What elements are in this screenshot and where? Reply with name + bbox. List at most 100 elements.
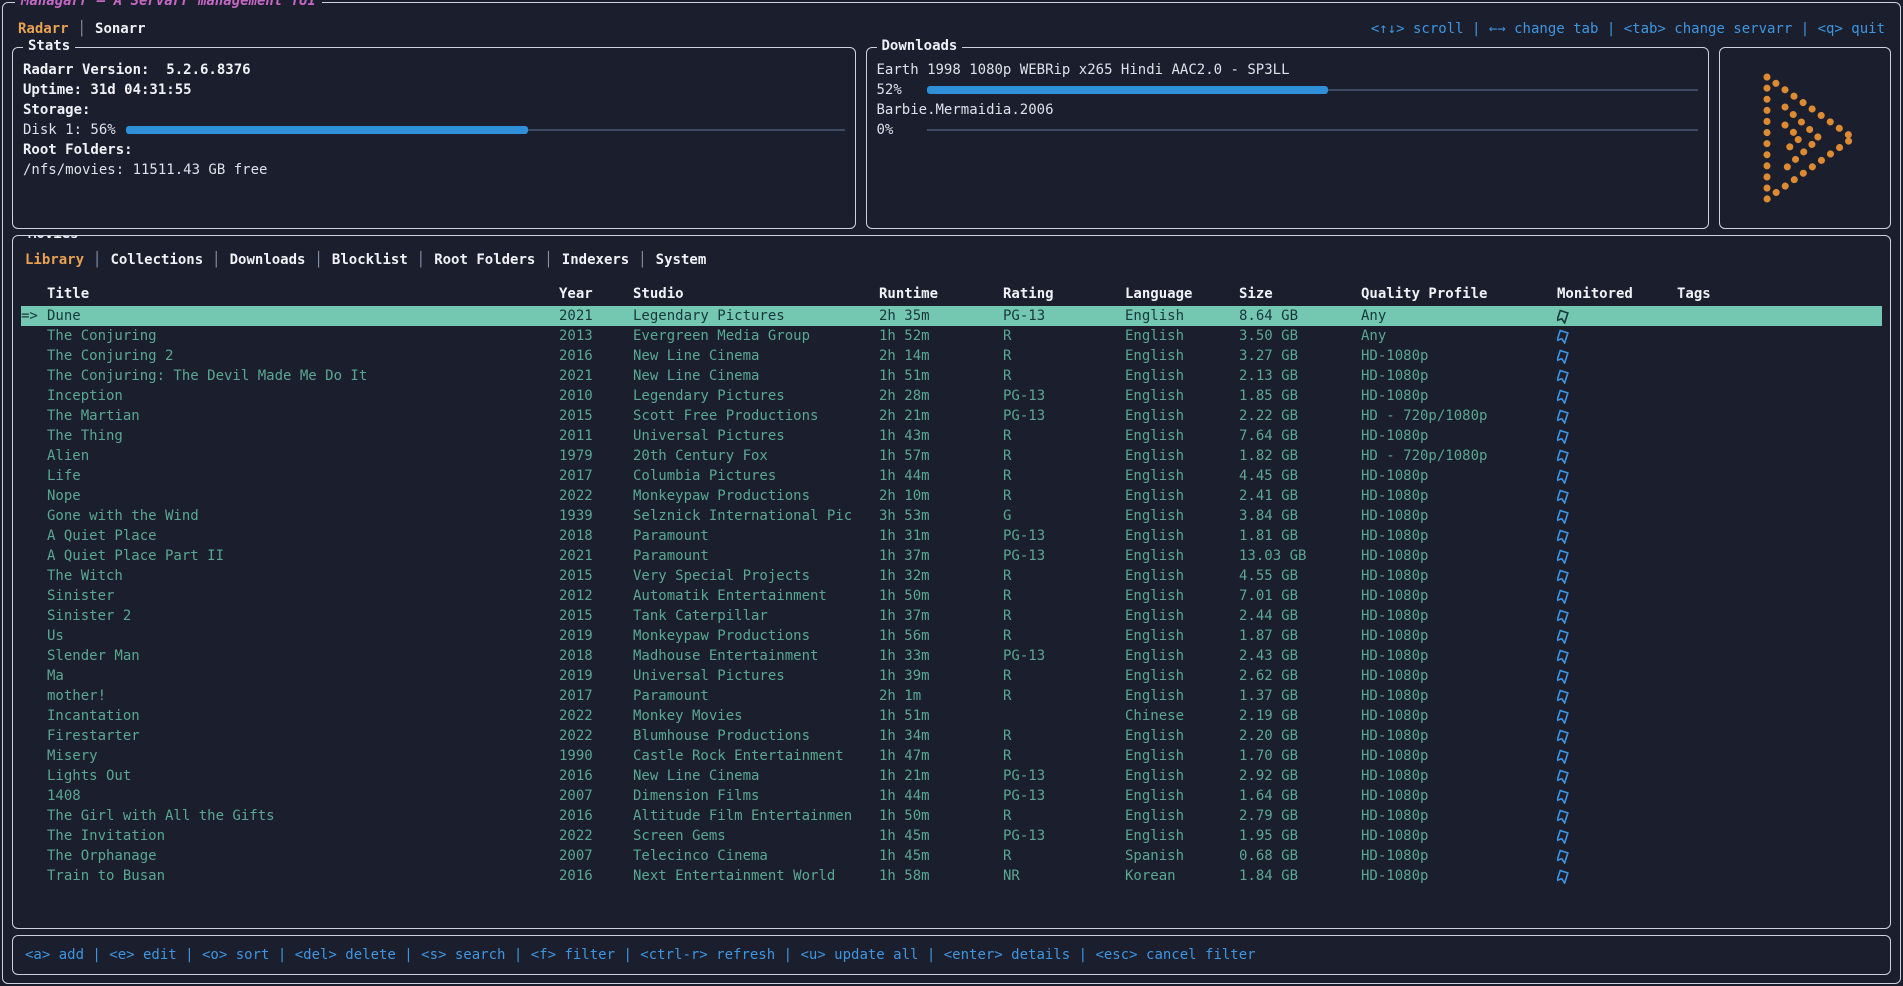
movie-row[interactable]: The Orphanage 2007 Telecinco Cinema 1h 4… [21,846,1882,866]
monitored-cell [1557,746,1677,766]
movies-tab[interactable]: System │ [656,252,707,268]
movie-title: The Invitation [47,826,559,846]
movie-runtime: 1h 31m [879,526,1003,546]
movies-tab[interactable]: Indexers │ [562,252,656,268]
movie-row[interactable]: Gone with the Wind 1939 Selznick Interna… [21,506,1882,526]
movies-tab[interactable]: Root Folders │ [434,252,562,268]
movie-row[interactable]: Us 2019 Monkeypaw Productions 1h 56m R E… [21,626,1882,646]
bookmark-icon [1557,368,1570,384]
movie-quality-profile: HD-1080p [1361,646,1557,666]
movie-title: Ma [47,666,559,686]
movie-row[interactable]: The Invitation 2022 Screen Gems 1h 45m P… [21,826,1882,846]
selection-marker [21,566,47,586]
movie-tags [1677,646,1882,666]
movie-size: 2.13 GB [1239,366,1361,386]
movie-row[interactable]: Misery 1990 Castle Rock Entertainment 1h… [21,746,1882,766]
logo-panel [1719,47,1891,229]
movie-language: Chinese [1125,706,1239,726]
movie-year: 2018 [559,646,633,666]
movie-rating [1003,706,1125,726]
movie-studio: Automatik Entertainment [633,586,879,606]
bookmark-icon [1557,568,1570,584]
movie-rating: R [1003,466,1125,486]
servarr-tab[interactable]: Radarr │ [18,21,95,37]
movie-rating: PG-13 [1003,406,1125,426]
movie-row[interactable]: Alien 1979 20th Century Fox 1h 57m R Eng… [21,446,1882,466]
movie-row[interactable]: mother! 2017 Paramount 2h 1m R English 1… [21,686,1882,706]
movie-row[interactable]: Incantation 2022 Monkey Movies 1h 51m Ch… [21,706,1882,726]
movie-row[interactable]: A Quiet Place 2018 Paramount 1h 31m PG-1… [21,526,1882,546]
movie-runtime: 1h 50m [879,586,1003,606]
movie-studio: Paramount [633,546,879,566]
servarr-tab[interactable]: Sonarr │ [95,21,146,37]
movie-quality-profile: HD-1080p [1361,806,1557,826]
movie-row[interactable]: Sinister 2 2015 Tank Caterpillar 1h 37m … [21,606,1882,626]
movie-row[interactable]: The Conjuring: The Devil Made Me Do It 2… [21,366,1882,386]
selection-marker [21,646,47,666]
selection-marker [21,626,47,646]
movies-tab[interactable]: Blocklist │ [332,252,434,268]
movie-tags [1677,566,1882,586]
movie-size: 1.87 GB [1239,626,1361,646]
bookmark-icon [1557,328,1570,344]
bookmark-icon [1557,408,1570,424]
selection-marker [21,666,47,686]
movie-row[interactable]: Life 2017 Columbia Pictures 1h 44m R Eng… [21,466,1882,486]
movie-row[interactable]: A Quiet Place Part II 2021 Paramount 1h … [21,546,1882,566]
movie-row[interactable]: The Witch 2015 Very Special Projects 1h … [21,566,1882,586]
movies-tab-label: Collections [110,252,203,268]
movie-row[interactable]: Slender Man 2018 Madhouse Entertainment … [21,646,1882,666]
movie-quality-profile: HD-1080p [1361,766,1557,786]
tab-separator: │ [544,252,552,268]
movie-tags [1677,406,1882,426]
movie-language: English [1125,766,1239,786]
movie-tags [1677,326,1882,346]
movie-row[interactable]: The Martian 2015 Scott Free Productions … [21,406,1882,426]
movie-quality-profile: HD-1080p [1361,666,1557,686]
movie-language: English [1125,686,1239,706]
movie-row[interactable]: Sinister 2012 Automatik Entertainment 1h… [21,586,1882,606]
movie-language: English [1125,506,1239,526]
movie-row[interactable]: Firestarter 2022 Blumhouse Productions 1… [21,726,1882,746]
movie-runtime: 1h 45m [879,846,1003,866]
movie-tags [1677,446,1882,466]
bookmark-icon [1557,508,1570,524]
movie-rating: PG-13 [1003,646,1125,666]
movie-row[interactable]: The Conjuring 2 2016 New Line Cinema 2h … [21,346,1882,366]
bookmark-icon [1557,728,1570,744]
movie-row[interactable]: Inception 2010 Legendary Pictures 2h 28m… [21,386,1882,406]
movie-studio: Columbia Pictures [633,466,879,486]
movie-row[interactable]: Train to Busan 2016 Next Entertainment W… [21,866,1882,886]
movie-row[interactable]: The Girl with All the Gifts 2016 Altitud… [21,806,1882,826]
movies-tab[interactable]: Downloads │ [230,252,332,268]
movie-row[interactable]: Lights Out 2016 New Line Cinema 1h 21m P… [21,766,1882,786]
movie-row[interactable]: Nope 2022 Monkeypaw Productions 2h 10m R… [21,486,1882,506]
movie-language: English [1125,426,1239,446]
movie-quality-profile: HD-1080p [1361,346,1557,366]
movie-tags [1677,586,1882,606]
movie-row[interactable]: 1408 2007 Dimension Films 1h 44m PG-13 E… [21,786,1882,806]
movie-studio: Universal Pictures [633,666,879,686]
movies-tab[interactable]: Library │ [25,252,110,268]
downloads-panel: Downloads Earth 1998 1080p WEBRip x265 H… [866,47,1710,229]
movie-rating: R [1003,586,1125,606]
movie-row[interactable]: => Dune 2021 Legendary Pictures 2h 35m P… [21,306,1882,326]
movie-studio: Monkey Movies [633,706,879,726]
selection-marker [21,746,47,766]
bookmark-icon [1557,448,1570,464]
movie-row[interactable]: Ma 2019 Universal Pictures 1h 39m R Engl… [21,666,1882,686]
movie-year: 2016 [559,346,633,366]
bookmark-icon [1557,708,1570,724]
movie-row[interactable]: The Thing 2011 Universal Pictures 1h 43m… [21,426,1882,446]
movie-title: Us [47,626,559,646]
movie-title: Inception [47,386,559,406]
movie-title: Sinister [47,586,559,606]
movie-tags [1677,826,1882,846]
movie-studio: New Line Cinema [633,766,879,786]
movie-row[interactable]: The Conjuring 2013 Evergreen Media Group… [21,326,1882,346]
movie-runtime: 1h 37m [879,606,1003,626]
movie-size: 2.41 GB [1239,486,1361,506]
movie-title: A Quiet Place [47,526,559,546]
movies-panel-title: Movies [23,235,84,242]
movies-tab[interactable]: Collections │ [110,252,229,268]
